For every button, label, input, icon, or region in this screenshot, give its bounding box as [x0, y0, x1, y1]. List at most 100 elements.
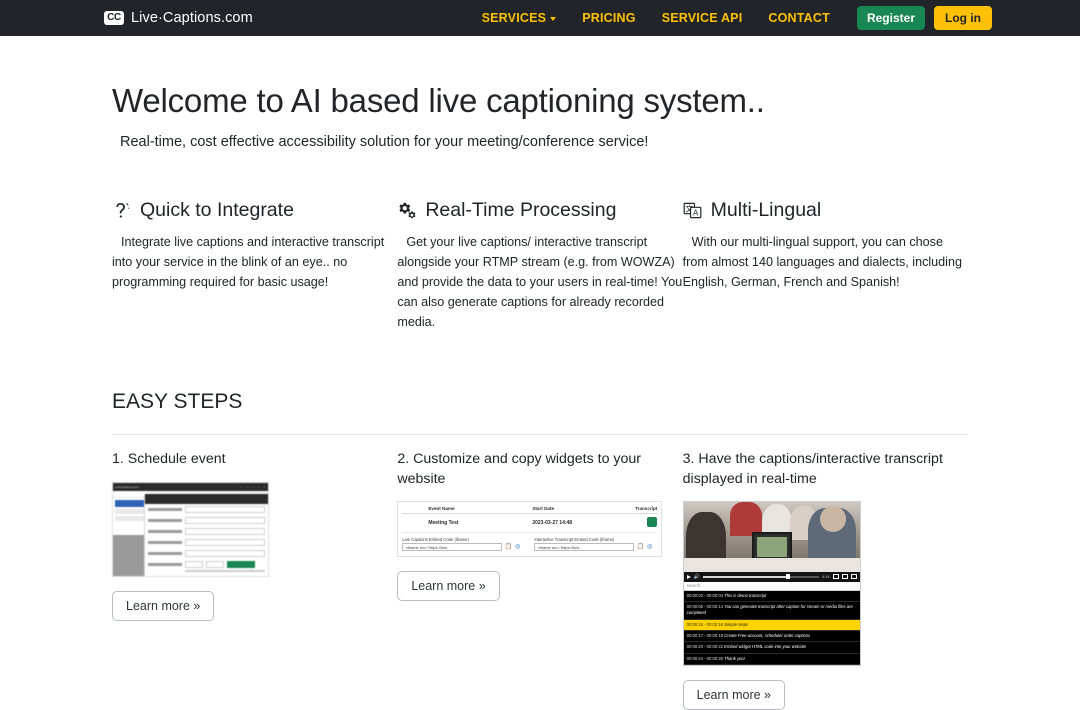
embed-label: Interactive Transcript Embed Code (ifram… — [534, 536, 615, 542]
cc-icon: CC — [104, 11, 124, 25]
table-row[interactable]: Meeting Test 2023-03-27 14:48 — [402, 514, 658, 533]
transcript-text: Thank you! — [724, 655, 745, 661]
brand-label: Live·Captions.com — [131, 10, 253, 26]
embed-input[interactable]: <iframe src="https://live- — [534, 542, 634, 551]
player-time: 4:14 — [821, 574, 830, 580]
copy-icon[interactable]: 📋 — [505, 543, 512, 550]
learn-more-button-step3[interactable]: Learn more » — [682, 679, 786, 710]
thumb-modal — [144, 493, 268, 576]
embed-row: <iframe src="https://live- 📋 ◎ — [534, 542, 652, 551]
feature-real-time-processing: Real-Time Processing Get your live capti… — [397, 199, 682, 332]
nav-item-contact[interactable]: CONTACT — [755, 11, 843, 25]
transcript-text: Embed widget HTML code into your website — [724, 644, 807, 650]
transcript-line[interactable]: 00:00:05 - 00:00:14 You can generate tra… — [683, 602, 860, 620]
transcript-time: 00:00:24 - 00:00:26 — [686, 655, 723, 661]
captions-icon[interactable] — [832, 574, 839, 580]
transcript-line[interactable]: 00:00:24 - 00:00:26 Thank you! — [683, 653, 860, 665]
learn-more-button-step1[interactable]: Learn more » — [112, 590, 215, 621]
step-title: 3. Have the captions/interactive transcr… — [682, 451, 943, 487]
schedule-event-screenshot[interactable]: LiveCaptions.com — — — — × — [112, 481, 269, 577]
widgets-table-header: Event Name Start Date Transcript — [402, 505, 658, 514]
embed-row: <iframe src="https://live- 📋 ◎ — [402, 542, 520, 551]
feature-text-body: Integrate live captions and interactive … — [112, 235, 385, 289]
feature-text: Integrate live captions and interactive … — [112, 233, 397, 293]
player-screenshot[interactable]: 🔊 4:14 search.. 00:00:02 - 00:00:04 This… — [682, 500, 861, 666]
thumb-sidebar-head — [113, 490, 147, 498]
thumb-sidebar-panel — [113, 534, 147, 576]
col-start-date: Start Date — [532, 505, 555, 511]
cc-preview-icon[interactable]: ◎ — [647, 543, 652, 550]
volume-icon[interactable]: 🔊 — [694, 574, 700, 580]
transcript-time: 00:00:15 - 00:00:16 — [686, 621, 723, 627]
cc-preview-icon[interactable]: ◎ — [515, 543, 520, 550]
copy-icon[interactable]: 📋 — [637, 543, 644, 550]
transcript-icon[interactable] — [613, 516, 658, 529]
register-button[interactable]: Register — [856, 6, 925, 30]
thumb-field — [145, 559, 268, 570]
login-button[interactable]: Log in — [934, 6, 992, 30]
embed-codes: Live Captions Embed Code (iframe) <ifram… — [402, 537, 657, 551]
top-navbar: CC Live·Captions.com SERVICES PRICING SE… — [0, 0, 1080, 36]
thumb-sidebar-active — [115, 499, 145, 507]
thumb-field — [145, 574, 268, 576]
step-customize-widgets: 2. Customize and copy widgets to your we… — [397, 450, 682, 709]
nav-links: SERVICES PRICING SERVICE API CONTACT Reg… — [469, 6, 992, 30]
col-transcript: Transcript — [635, 505, 658, 511]
row-event-name: Meeting Test — [428, 519, 459, 526]
fullscreen-icon[interactable] — [850, 574, 857, 580]
thumb-titlebar: LiveCaptions.com — — — — × — [113, 482, 268, 491]
page-title: Welcome to AI based live captioning syst… — [112, 82, 765, 119]
feature-text: Get your live captions/ interactive tran… — [397, 233, 682, 332]
thumb-modal-title — [145, 493, 268, 504]
transcript-line-active[interactable]: 00:00:15 - 00:00:16 Simple steps — [683, 619, 860, 631]
nav-item-service-api[interactable]: SERVICE API — [649, 11, 756, 25]
video-frame[interactable] — [683, 501, 860, 572]
feature-title-label: Multi-Lingual — [710, 199, 822, 221]
gears-icon — [397, 201, 417, 221]
feature-text-body: With our multi-lingual support, you can … — [682, 235, 962, 289]
page-container: Welcome to AI based live captioning syst… — [0, 82, 1080, 710]
thumb-field — [145, 515, 268, 526]
step-title: 1. Schedule event — [112, 451, 226, 468]
transcript-time: 00:00:05 - 00:00:14 — [686, 604, 723, 610]
play-icon[interactable] — [686, 574, 691, 579]
svg-text:A: A — [693, 208, 699, 217]
thumb-field — [145, 548, 268, 559]
step-schedule-event: 1. Schedule event LiveCaptions.com — — —… — [112, 450, 397, 709]
easy-steps-heading: EASY STEPS — [112, 390, 243, 414]
transcript-time: 00:00:17 - 00:00:19 — [686, 632, 723, 638]
transcript-line[interactable]: 00:00:17 - 00:00:19 Create Free account,… — [683, 630, 860, 643]
thumb-field — [145, 537, 268, 548]
step-title: 2. Customize and copy widgets to your we… — [397, 451, 642, 487]
feature-multi-lingual: 文 A Multi-Lingual With our multi-lingual… — [683, 199, 968, 332]
translate-icon: 文 A — [683, 201, 703, 221]
feature-title: 文 A Multi-Lingual — [683, 199, 968, 222]
widgets-screenshot[interactable]: Event Name Start Date Transcript Meeting… — [397, 500, 663, 557]
transcript-time: 00:00:02 - 00:00:04 — [686, 592, 723, 598]
thumb-sidebar-row — [115, 515, 145, 521]
ear-hearing-icon — [112, 201, 132, 221]
thumb-window-title: LiveCaptions.com — [115, 484, 139, 489]
transcript-text: Create Free account, schedule/ order cap… — [724, 632, 811, 638]
nav-item-services[interactable]: SERVICES — [469, 11, 570, 25]
nav-item-pricing[interactable]: PRICING — [569, 11, 649, 25]
transcript-search-input[interactable]: search.. — [683, 581, 860, 591]
embed-input[interactable]: <iframe src="https://live- — [402, 542, 502, 551]
transcript-line[interactable]: 00:00:02 - 00:00:04 This is demo transcr… — [683, 590, 860, 603]
embed-label: Live Captions Embed Code (iframe) — [402, 536, 469, 542]
embed-block-live-captions: Live Captions Embed Code (iframe) <ifram… — [402, 537, 520, 551]
transcript-text: Simple steps — [724, 621, 749, 627]
transcript-time: 00:00:20 - 00:00:22 — [686, 644, 723, 650]
feature-quick-to-integrate: Quick to Integrate Integrate live captio… — [112, 199, 397, 332]
section-divider — [112, 434, 968, 436]
progress-scrubber[interactable] — [702, 574, 819, 580]
nav-item-services-label: SERVICES — [481, 11, 547, 25]
transcript-line[interactable]: 00:00:20 - 00:00:22 Embed widget HTML co… — [683, 642, 860, 654]
settings-icon[interactable] — [841, 574, 848, 580]
features-row: Quick to Integrate Integrate live captio… — [112, 199, 968, 332]
feature-title-label: Real-Time Processing — [425, 199, 617, 221]
learn-more-button-step2[interactable]: Learn more » — [397, 570, 500, 601]
feature-text: With our multi-lingual support, you can … — [683, 233, 968, 293]
player-controls[interactable]: 🔊 4:14 — [683, 571, 860, 582]
brand-logo[interactable]: CC Live·Captions.com — [104, 10, 253, 26]
